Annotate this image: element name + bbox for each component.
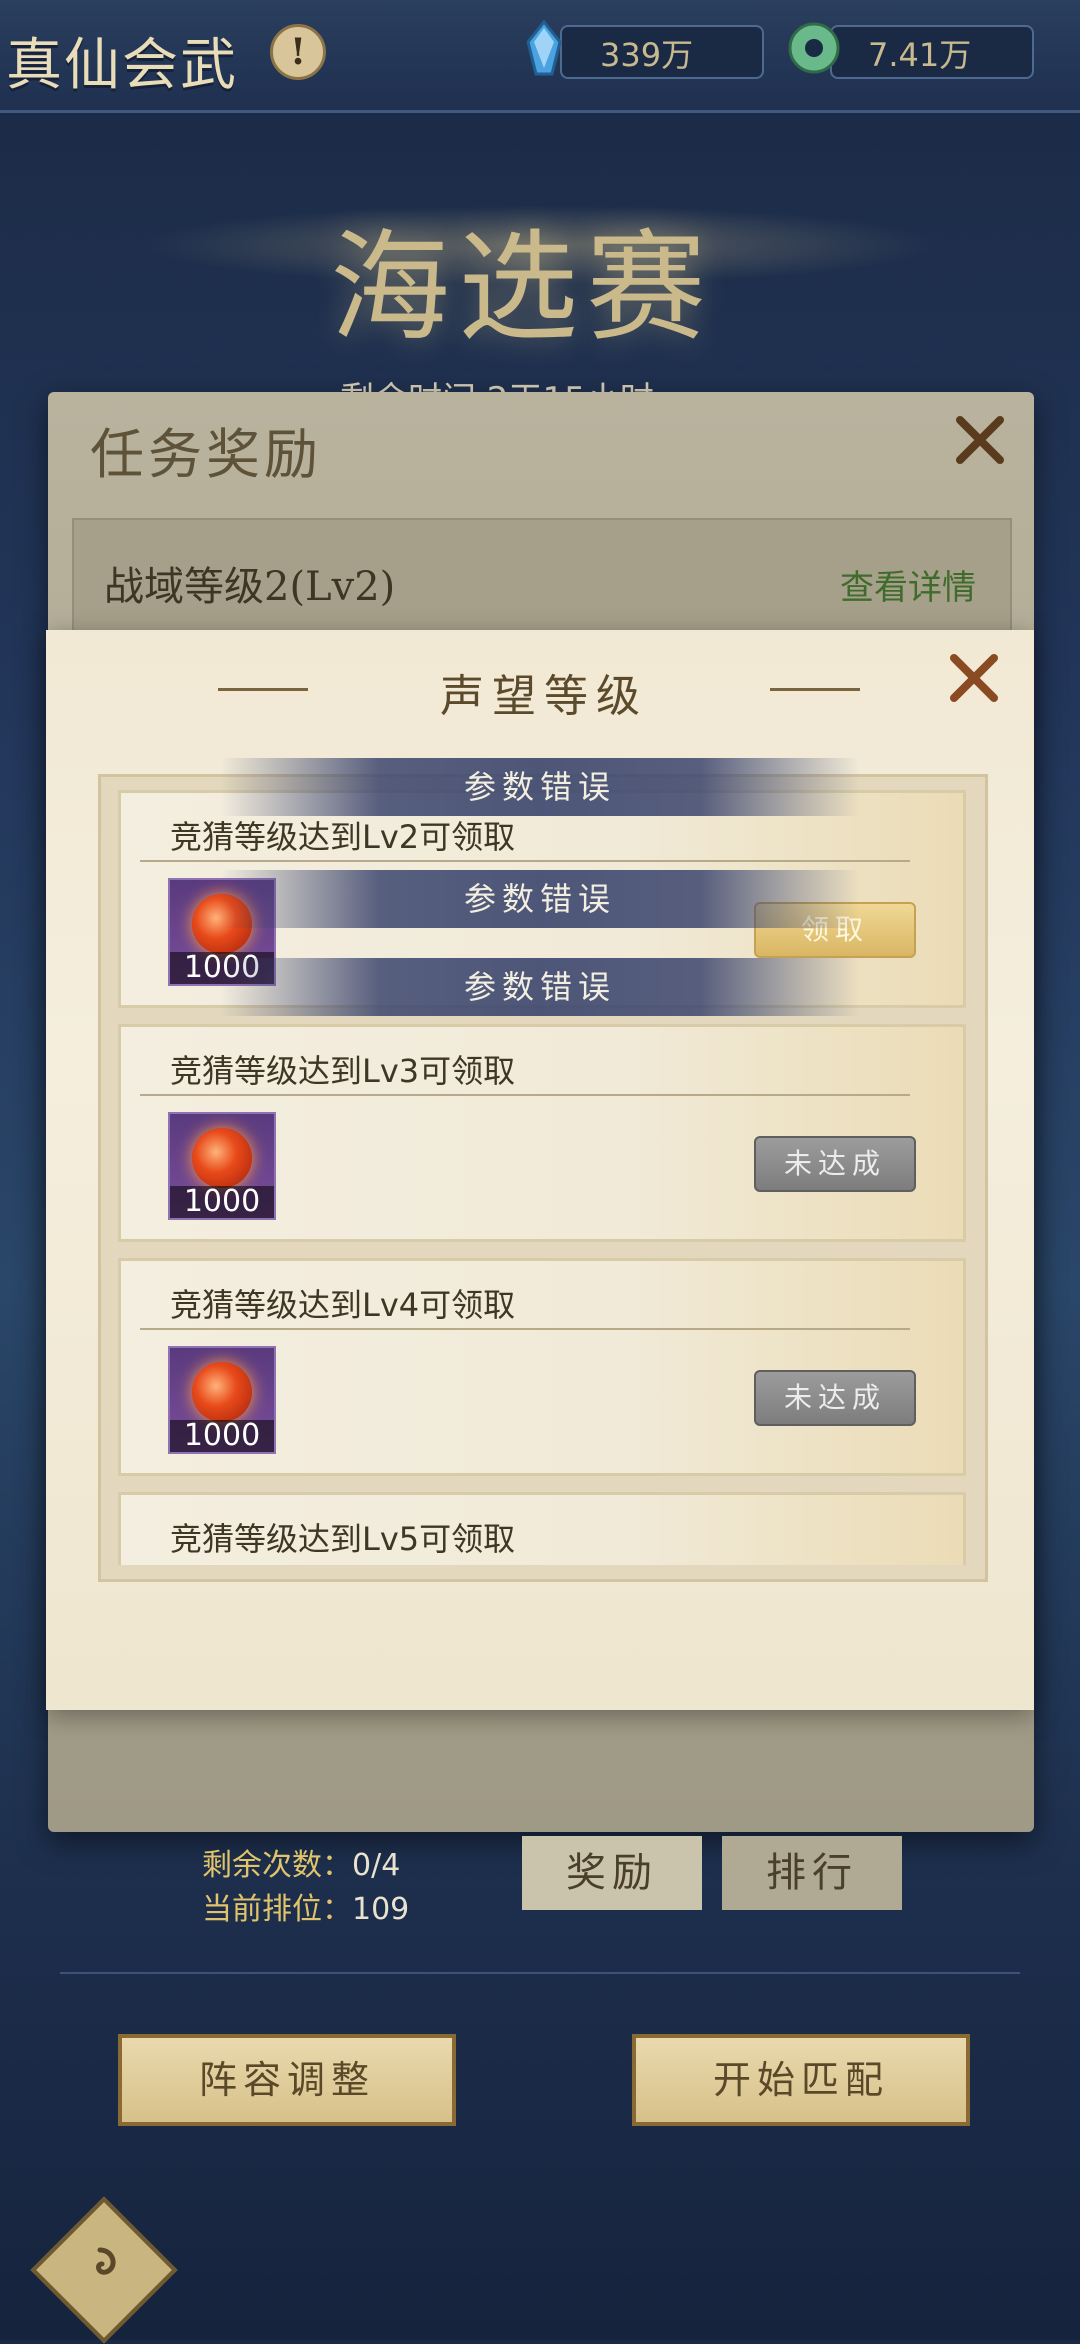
list-item-label: 竞猜等级达到Lv3可领取	[170, 1052, 516, 1090]
title-ornament-right	[770, 688, 860, 691]
item-quantity: 1000	[170, 1420, 274, 1452]
error-toast: 参数错误	[220, 870, 860, 928]
current-rank-value: 109	[352, 1892, 410, 1927]
section-divider	[60, 1972, 1020, 1974]
close-icon[interactable]	[950, 410, 1010, 470]
divider	[140, 1094, 910, 1096]
close-icon[interactable]	[944, 648, 1004, 708]
error-toast: 参数错误	[220, 758, 860, 816]
title-ornament-left	[218, 688, 308, 691]
item-quantity: 1000	[170, 1186, 274, 1218]
swirl-icon	[96, 2247, 116, 2275]
reward-item[interactable]: 1000	[168, 1346, 276, 1454]
reward-item[interactable]: 1000	[168, 1112, 276, 1220]
prestige-title: 声望等级	[440, 671, 648, 722]
jade-amount: 7.41万	[868, 36, 972, 74]
not-achieved-button[interactable]: 未达成	[754, 1370, 916, 1426]
battle-level-label: 战域等级2(Lv2)	[104, 564, 396, 610]
info-button[interactable]: !	[270, 24, 326, 80]
task-reward-title: 任务奖励	[90, 423, 322, 486]
page-title: 真仙会武	[6, 33, 238, 98]
fire-orb-icon	[192, 1362, 252, 1422]
error-toast: 参数错误	[220, 958, 860, 1016]
list-item-label: 竞猜等级达到Lv4可领取	[170, 1286, 516, 1324]
remaining-count: 剩余次数：0/4	[202, 1840, 400, 1884]
list-item-label: 竞猜等级达到Lv5可领取	[170, 1520, 516, 1558]
remaining-count-value: 0/4	[352, 1848, 401, 1883]
current-rank: 当前排位：109	[202, 1884, 409, 1928]
tab-ranking[interactable]: 排行	[722, 1836, 902, 1910]
jade-coin-icon	[788, 22, 840, 74]
divider	[140, 1328, 910, 1330]
remaining-count-label: 剩余次数：	[202, 1848, 352, 1883]
crystal-amount: 339万	[600, 36, 694, 74]
tab-reward[interactable]: 奖励	[522, 1836, 702, 1910]
not-achieved-button[interactable]: 未达成	[754, 1136, 916, 1192]
start-match-button[interactable]: 开始匹配	[632, 2034, 970, 2126]
current-rank-label: 当前排位：	[202, 1892, 352, 1927]
view-details-link[interactable]: 查看详情	[840, 560, 976, 609]
banner-title: 海选赛	[330, 219, 714, 358]
adjust-lineup-button[interactable]: 阵容调整	[118, 2034, 456, 2126]
fire-orb-icon	[192, 1128, 252, 1188]
divider	[140, 860, 910, 862]
list-item-label: 竞猜等级达到Lv2可领取	[170, 818, 516, 856]
blue-crystal-icon	[526, 20, 562, 76]
